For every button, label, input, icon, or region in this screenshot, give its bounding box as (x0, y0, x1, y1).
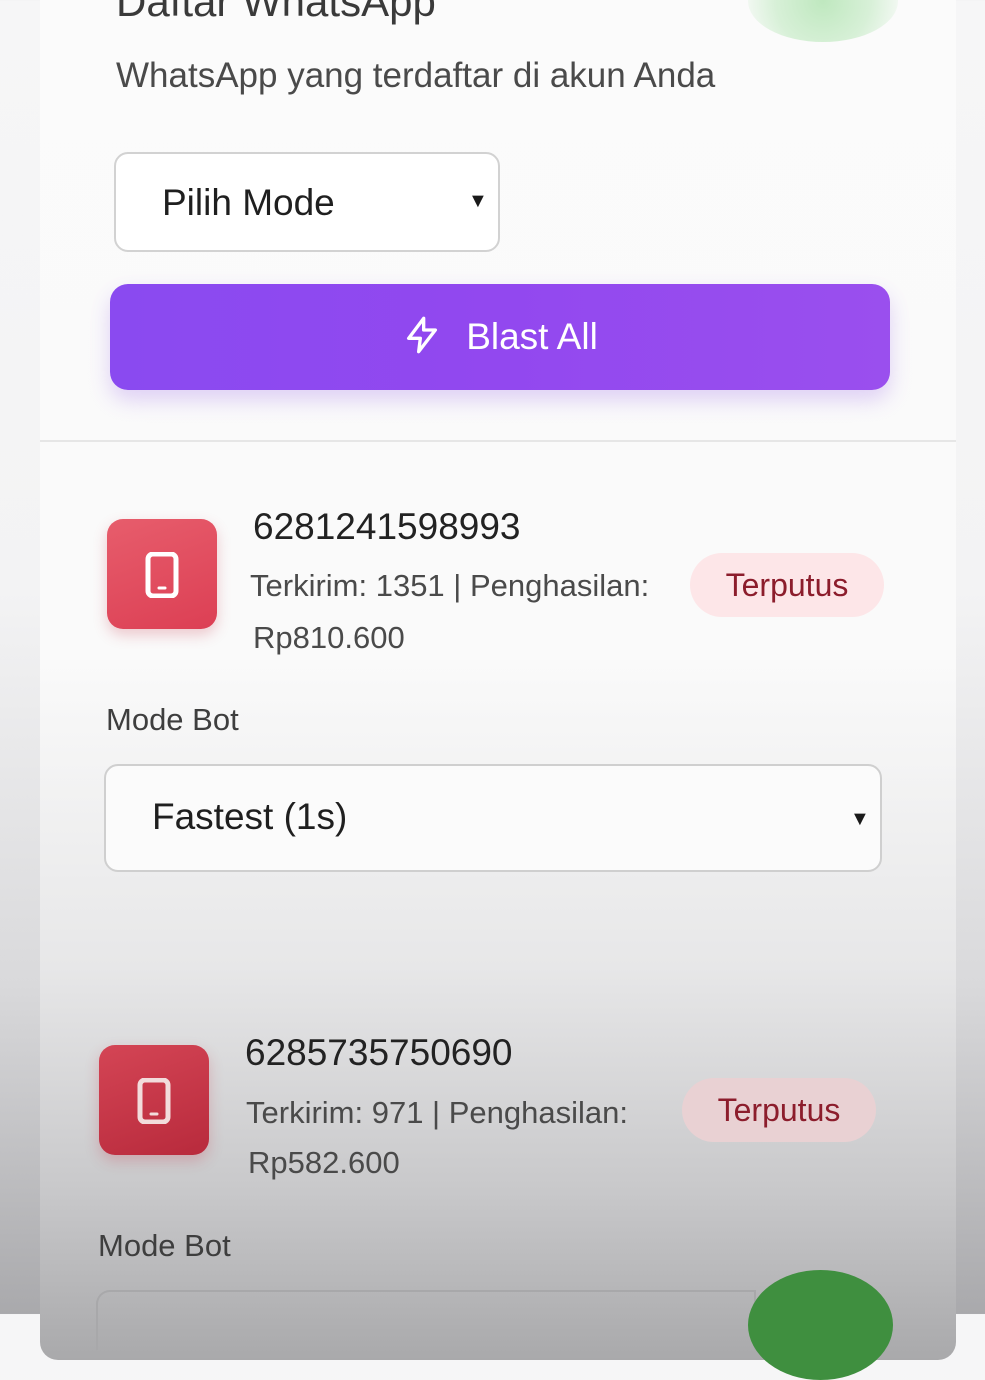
page-title: Daftar WhatsApp (116, 0, 436, 25)
status-text: Terputus (725, 566, 849, 603)
page-subtitle: WhatsApp yang terdaftar di akun Anda (116, 56, 716, 95)
mode-bot-select-value: Fastest (1s) (152, 796, 348, 837)
blast-all-button[interactable]: Blast All (110, 284, 890, 390)
account-badge (99, 1045, 209, 1155)
mode-bot-select[interactable]: Fastest (1s) ▼ (104, 764, 882, 872)
account-income: Rp810.600 (253, 620, 405, 655)
section-divider (40, 440, 956, 442)
mode-bot-label: Mode Bot (106, 702, 239, 737)
account-stats: Terkirim: 1351 | Penghasilan: (250, 568, 650, 603)
account-number: 6285735750690 (245, 1032, 513, 1073)
account-stats: Terkirim: 971 | Penghasilan: (246, 1095, 628, 1130)
account-badge (107, 519, 217, 629)
account-number: 6281241598993 (253, 506, 521, 547)
blast-all-label: Blast All (466, 316, 598, 357)
status-badge: Terputus (682, 1078, 876, 1142)
chevron-down-icon: ▼ (468, 190, 488, 212)
mode-bot-select[interactable] (96, 1290, 756, 1350)
phone-icon (137, 1078, 171, 1124)
floating-action-button[interactable] (748, 1270, 893, 1380)
mode-select[interactable]: Pilih Mode ▼ (114, 152, 500, 252)
status-text: Terputus (717, 1091, 841, 1128)
mode-select-value: Pilih Mode (162, 182, 335, 223)
account-income: Rp582.600 (248, 1145, 400, 1180)
lightning-icon (402, 314, 442, 361)
chevron-down-icon: ▼ (850, 808, 870, 830)
status-badge: Terputus (690, 553, 884, 617)
mode-bot-label: Mode Bot (98, 1228, 231, 1263)
phone-icon (145, 552, 179, 598)
